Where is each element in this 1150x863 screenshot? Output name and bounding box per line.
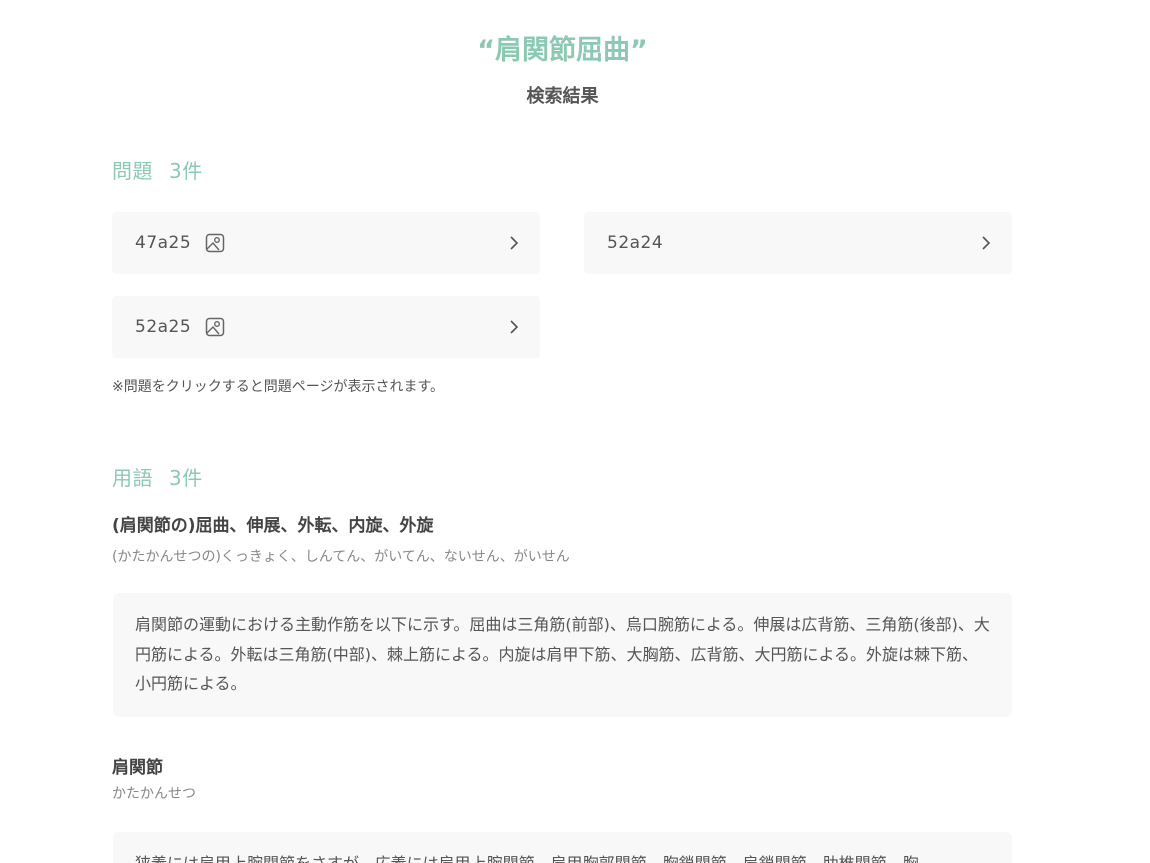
- image-icon: [205, 233, 225, 253]
- question-id: 52a24: [607, 233, 664, 253]
- chevron-right-icon: [982, 236, 991, 250]
- term-description: 狭義には肩甲上腕関節をさすが、広義には肩甲上腕関節、肩甲胸郭関節、胸鎖関節、肩鎖…: [113, 832, 1012, 863]
- questions-label: 問題: [112, 159, 153, 183]
- chevron-right-icon: [510, 236, 519, 250]
- term-reading: (かたかんせつの)くっきょく、しんてん、がいてん、ないせん、がいせん: [112, 549, 570, 565]
- term-title: (肩関節の)屈曲、伸展、外転、内旋、外旋: [112, 516, 434, 536]
- question-card-52a25[interactable]: 52a25: [112, 296, 540, 358]
- terms-count: 3件: [169, 466, 203, 490]
- terms-section-title: 用語 3件: [112, 464, 203, 492]
- questions-count: 3件: [169, 159, 203, 183]
- page-subtitle: 検索結果: [526, 86, 599, 107]
- question-id: 52a25: [135, 317, 192, 337]
- question-id: 47a25: [135, 233, 192, 253]
- question-card-52a24[interactable]: 52a24: [584, 212, 1012, 274]
- search-results-page: “肩関節屈曲” 検索結果 問題 3件 47a25 52a24 52a25 ※問題…: [0, 0, 1150, 863]
- term-title: 肩関節: [112, 758, 163, 778]
- term-reading: かたかんせつ: [112, 786, 196, 802]
- chevron-right-icon: [510, 320, 519, 334]
- term-description: 肩関節の運動における主動作筋を以下に示す。屈曲は三角筋(前部)、烏口腕筋による。…: [113, 593, 1012, 717]
- questions-note: ※問題をクリックすると問題ページが表示されます。: [112, 379, 445, 395]
- question-card-47a25[interactable]: 47a25: [112, 212, 540, 274]
- search-query-title: “肩関節屈曲”: [477, 35, 648, 66]
- image-icon: [205, 317, 225, 337]
- terms-label: 用語: [112, 466, 153, 490]
- questions-section-title: 問題 3件: [112, 157, 203, 185]
